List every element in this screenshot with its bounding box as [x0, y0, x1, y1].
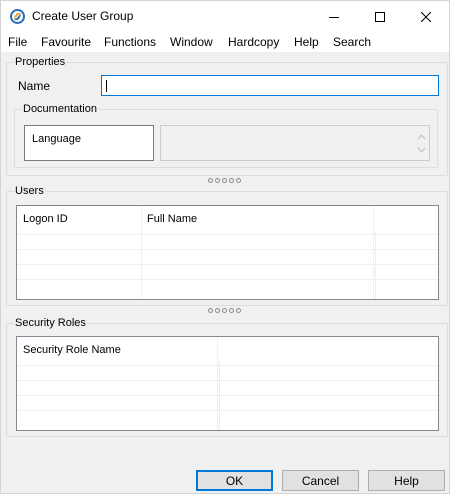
security-roles-group: Security Roles Security Role Name — [6, 316, 448, 437]
name-label: Name — [18, 79, 51, 93]
properties-label: Properties — [14, 55, 67, 69]
minimize-button[interactable] — [311, 1, 357, 32]
menu-favourite[interactable]: Favourite — [41, 35, 91, 49]
column-security-role-name[interactable]: Security Role Name — [23, 344, 121, 356]
documentation-group: Documentation Language — [14, 102, 438, 168]
users-table[interactable]: Logon ID Full Name — [16, 205, 439, 300]
security-roles-table[interactable]: Security Role Name — [16, 336, 439, 431]
language-label: Language — [32, 133, 81, 145]
properties-group: Properties Name Documentation Language — [6, 55, 448, 176]
menu-hardcopy[interactable]: Hardcopy — [228, 35, 279, 49]
scroll-down-icon[interactable] — [417, 143, 426, 157]
menu-search[interactable]: Search — [333, 35, 371, 49]
ok-button[interactable]: OK — [196, 470, 273, 491]
minimize-icon — [329, 16, 339, 18]
cancel-button[interactable]: Cancel — [282, 470, 359, 491]
menu-file[interactable]: File — [8, 35, 27, 49]
title-bar: Create User Group — [1, 1, 449, 32]
documentation-label: Documentation — [22, 102, 98, 116]
name-input[interactable] — [101, 75, 439, 96]
column-full-name[interactable]: Full Name — [147, 213, 197, 225]
close-icon — [421, 11, 431, 22]
menu-bar: File Favourite Functions Window Hardcopy… — [1, 32, 449, 52]
users-group: Users Logon ID Full Name — [6, 184, 448, 306]
help-button[interactable]: Help — [368, 470, 445, 491]
menu-help[interactable]: Help — [294, 35, 319, 49]
documentation-text-area[interactable] — [160, 125, 430, 161]
splitter-handle-2[interactable] — [208, 308, 241, 316]
language-box[interactable]: Language — [24, 125, 154, 161]
splitter-handle-1[interactable] — [208, 178, 241, 186]
column-logon-id[interactable]: Logon ID — [23, 213, 68, 225]
scroll-up-icon[interactable] — [417, 129, 426, 143]
close-button[interactable] — [403, 1, 449, 32]
menu-window[interactable]: Window — [170, 35, 213, 49]
users-label: Users — [14, 184, 45, 198]
maximize-icon — [375, 11, 385, 22]
window-title: Create User Group — [32, 9, 134, 23]
menu-functions[interactable]: Functions — [104, 35, 156, 49]
app-logo-icon — [9, 8, 26, 25]
security-roles-label: Security Roles — [14, 316, 87, 330]
text-caret — [106, 80, 107, 92]
create-user-group-window: Create User Group File Favourite Functio… — [0, 0, 450, 494]
maximize-button[interactable] — [357, 1, 403, 32]
